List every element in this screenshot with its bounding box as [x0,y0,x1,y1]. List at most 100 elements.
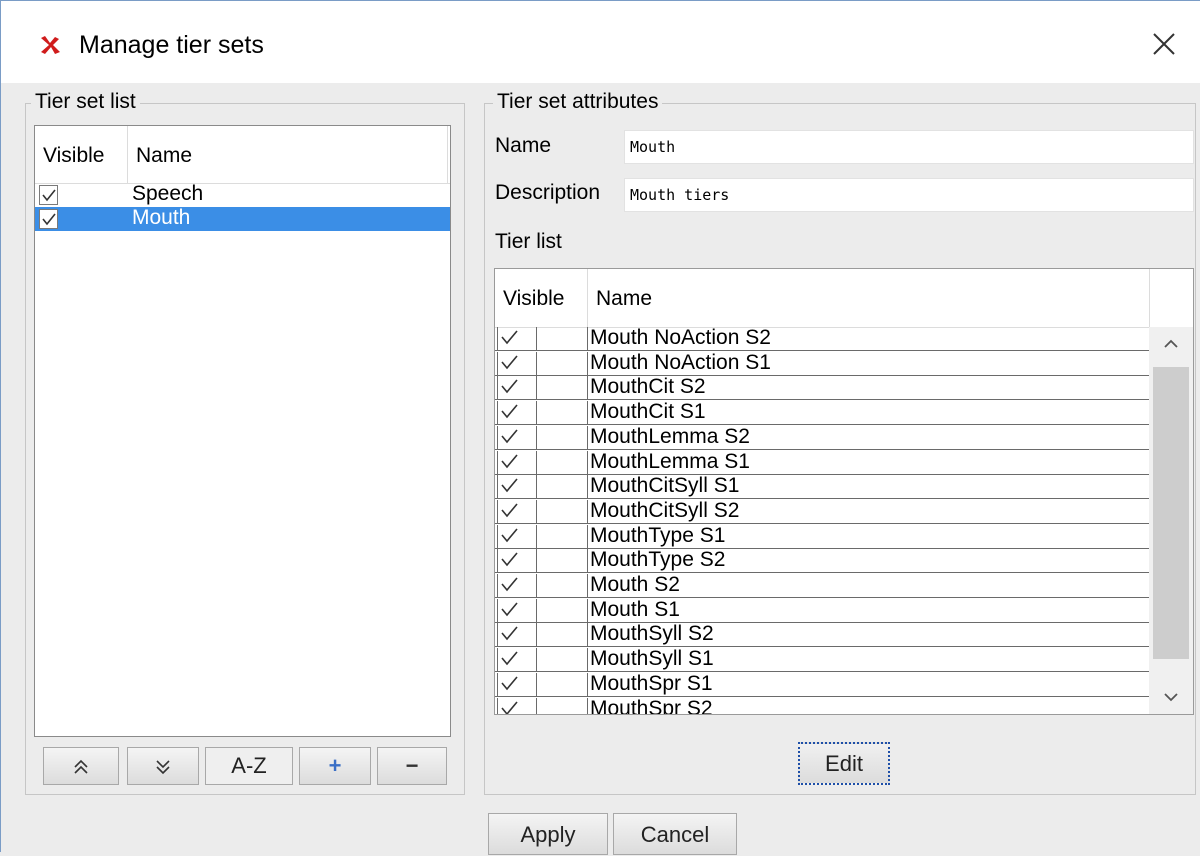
visible-checkbox[interactable] [497,475,537,499]
visible-checkbox[interactable] [497,524,537,548]
column-name[interactable]: Name [588,269,1150,327]
check-icon [501,429,518,444]
column-divider [587,376,588,400]
tier-name: Mouth S1 [590,597,680,621]
visible-checkbox[interactable] [497,623,537,647]
tier-name: MouthSpr S2 [590,696,713,715]
add-button[interactable]: + [299,747,371,785]
column-divider [587,598,588,622]
visible-checkbox[interactable] [39,185,58,205]
move-up-button[interactable] [43,747,119,785]
tier-row[interactable]: MouthSpr S2 [495,696,1150,715]
tier-row[interactable]: Mouth S1 [495,597,1150,623]
check-icon [501,552,518,567]
check-icon [42,189,56,202]
edit-button[interactable]: Edit [798,742,890,785]
column-divider [587,524,588,548]
tier-row[interactable]: Mouth NoAction S2 [495,327,1150,351]
visible-checkbox[interactable] [497,574,537,597]
check-icon [501,330,518,345]
visible-checkbox[interactable] [497,697,537,714]
tier-set-row[interactable]: Speech [35,183,450,207]
column-divider [587,574,588,597]
tier-row[interactable]: Mouth S2 [495,574,1150,598]
tier-name: MouthCitSyll S1 [590,474,740,498]
check-icon [501,651,518,666]
check-icon [42,213,56,226]
tier-name: MouthSpr S1 [590,671,713,695]
column-name[interactable]: Name [128,126,448,183]
tier-set-table[interactable]: Visible Name Speech Mouth [34,125,451,737]
tier-name: MouthCit S2 [590,375,706,399]
visible-checkbox[interactable] [497,376,537,400]
visible-checkbox[interactable] [497,425,537,449]
column-visible[interactable]: Visible [35,126,128,183]
apply-button[interactable]: Apply [488,813,608,855]
tier-set-row-selected[interactable]: Mouth [35,207,450,231]
visible-checkbox[interactable] [497,598,537,622]
scroll-up-icon[interactable] [1149,327,1193,357]
tier-row[interactable]: MouthType S2 [495,549,1150,574]
cancel-button[interactable]: Cancel [613,813,737,855]
tier-name: MouthCit S1 [590,400,706,424]
tier-row[interactable]: MouthSyll S2 [495,622,1150,648]
visible-checkbox[interactable] [497,499,537,523]
column-divider [587,499,588,523]
check-icon [501,404,518,419]
tier-row[interactable]: MouthSyll S1 [495,648,1150,673]
tier-row[interactable]: Mouth NoAction S1 [495,350,1150,376]
column-divider [587,475,588,499]
tier-name: MouthLemma S1 [590,449,750,473]
check-icon [501,626,518,641]
scroll-down-icon[interactable] [1149,684,1193,714]
tier-row[interactable]: MouthSpr S1 [495,671,1150,697]
tier-row[interactable]: MouthLemma S2 [495,424,1150,450]
visible-checkbox[interactable] [497,648,537,672]
check-icon [501,355,518,369]
visible-checkbox[interactable] [497,401,537,425]
visible-checkbox[interactable] [497,450,537,474]
visible-checkbox[interactable] [497,549,537,573]
visible-checkbox[interactable] [497,327,537,350]
visible-checkbox[interactable] [39,209,58,229]
check-icon [501,676,518,691]
description-field[interactable]: Mouth tiers [624,178,1194,212]
column-divider [587,401,588,425]
sort-az-button[interactable]: A-Z [205,747,293,785]
column-divider [587,450,588,474]
tier-row[interactable]: MouthCit S2 [495,375,1150,401]
check-icon [501,528,518,542]
column-divider [587,648,588,672]
table-header: Visible Name [35,126,450,184]
move-down-button[interactable] [127,747,199,785]
manage-tier-sets-dialog: Manage tier sets Tier set list Visible N… [0,0,1200,855]
tier-row[interactable]: MouthLemma S1 [495,449,1150,475]
window-title: Manage tier sets [79,31,264,59]
name-field[interactable]: Mouth [624,130,1194,164]
check-icon [501,453,518,468]
tier-row[interactable]: MouthCitSyll S2 [495,498,1150,524]
visible-checkbox[interactable] [497,351,537,375]
remove-button[interactable]: − [377,747,447,785]
check-icon [501,478,518,493]
tier-name: MouthSyll S2 [590,622,714,646]
tier-name: MouthLemma S2 [590,424,750,448]
name-label: Name [495,134,552,157]
tier-set-attributes-legend: Tier set attributes [493,90,663,114]
scrollbar-thumb[interactable] [1153,367,1189,659]
tier-row[interactable]: MouthCit S1 [495,400,1150,426]
check-icon [501,602,518,616]
column-divider [587,672,588,696]
column-divider [587,549,588,573]
tier-name: Mouth NoAction S1 [590,350,771,374]
tier-set-list-legend: Tier set list [31,90,140,114]
tier-name: Mouth NoAction S2 [590,326,771,349]
column-visible[interactable]: Visible [495,269,588,327]
tier-row[interactable]: MouthType S1 [495,524,1150,549]
tier-list-table[interactable]: Visible Name Mouth NoAction S2 Mouth NoAc… [494,268,1194,715]
tier-name: MouthCitSyll S2 [590,498,740,522]
visible-checkbox[interactable] [497,672,537,696]
tier-row[interactable]: MouthCitSyll S1 [495,474,1150,500]
close-icon[interactable] [1149,29,1179,59]
vertical-scrollbar[interactable] [1149,327,1193,714]
